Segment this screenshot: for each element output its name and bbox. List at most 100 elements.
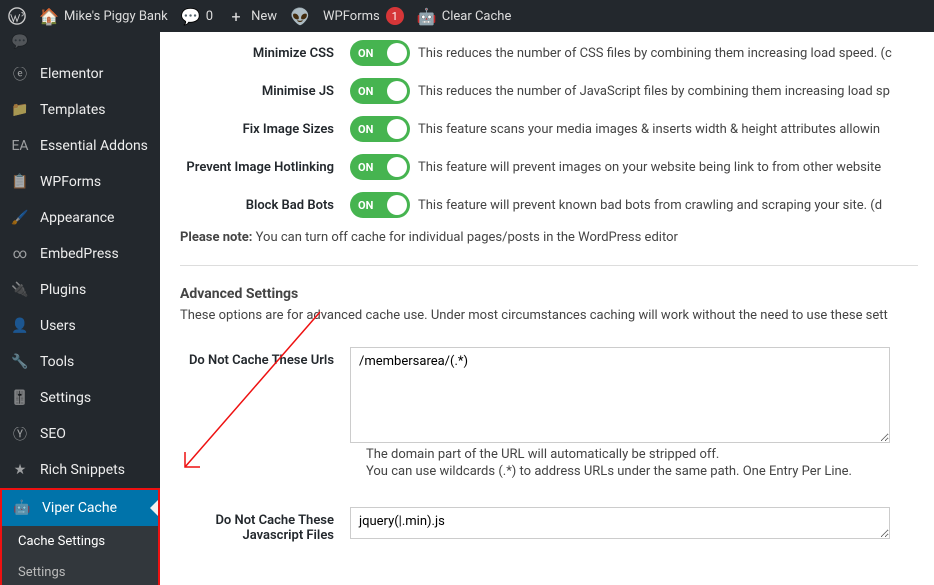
toggle-prevent-hotlinking[interactable]: ON — [350, 154, 410, 180]
desc-minimize-css: This reduces the number of CSS files by … — [418, 46, 892, 61]
wordpress-icon — [8, 7, 26, 25]
textarea-dnc-urls[interactable] — [350, 347, 890, 443]
sidebar-item-rich-snippets[interactable]: ★ Rich Snippets — [0, 452, 160, 488]
row-minimise-js: Minimise JS ON This reduces the number o… — [180, 78, 918, 104]
desc-prevent-hotlinking: This feature will prevent images on your… — [418, 160, 881, 175]
toggle-block-bad-bots[interactable]: ON — [350, 192, 410, 218]
note-bold: Please note: — [180, 230, 252, 245]
plug-icon: 🔌 — [10, 280, 30, 300]
sidebar-item-label: SEO — [40, 426, 66, 442]
sidebar-item-label: Essential Addons — [40, 138, 148, 154]
label-minimise-js: Minimise JS — [180, 84, 350, 99]
sidebar-item-label: Tools — [40, 354, 74, 370]
sidebar-item-label: Settings — [40, 390, 91, 406]
wrench-icon: 🔧 — [10, 352, 30, 372]
sidebar-item-plugins[interactable]: 🔌 Plugins — [0, 272, 160, 308]
comments-icon: 💬 — [10, 32, 30, 52]
note-text: You can turn off cache for individual pa… — [252, 230, 677, 245]
seo-icon: Ⓨ — [10, 424, 30, 444]
sidebar-item-label: Rich Snippets — [40, 462, 125, 478]
sidebar-item-label: Users — [40, 318, 76, 334]
sidebar-item-seo[interactable]: Ⓨ SEO — [0, 416, 160, 452]
submenu-cache-settings[interactable]: Cache Settings — [2, 526, 158, 557]
advanced-settings-title: Advanced Settings — [180, 286, 918, 302]
advanced-settings-desc: These options are for advanced cache use… — [180, 308, 918, 323]
label-fix-image-sizes: Fix Image Sizes — [180, 122, 350, 137]
wpforms-label: WPForms — [323, 9, 380, 24]
ea-icon: EA — [10, 136, 30, 156]
cache-icon: 🤖 — [418, 7, 436, 25]
help-dnc-urls: The domain part of the URL will automati… — [366, 447, 918, 479]
sidebar-item-users[interactable]: 👤 Users — [0, 308, 160, 344]
alien-link[interactable]: 👽 — [291, 7, 309, 25]
comments-count: 0 — [206, 9, 213, 24]
sidebar-item-elementor[interactable]: ⓔ Elementor — [0, 56, 160, 92]
site-name-text: Mike's Piggy Bank — [64, 9, 168, 24]
folder-icon: 📁 — [10, 100, 30, 120]
sidebar-item-embedpress[interactable]: ∞ EmbedPress — [0, 236, 160, 272]
elementor-icon: ⓔ — [10, 64, 30, 84]
toggle-minimize-css[interactable]: ON — [350, 40, 410, 66]
sidebar-item-viper-cache[interactable]: 🤖 Viper Cache — [2, 490, 158, 526]
main-content: Minimize CSS ON This reduces the number … — [160, 32, 934, 585]
label-prevent-hotlinking: Prevent Image Hotlinking — [180, 160, 350, 175]
home-icon: 🏠 — [40, 7, 58, 25]
help-dnc-urls-1: The domain part of the URL will automati… — [366, 447, 918, 462]
sidebar-item-wpforms[interactable]: 📋 WPForms — [0, 164, 160, 200]
section-separator — [180, 265, 918, 266]
wpforms-badge: 1 — [386, 7, 404, 25]
sidebar-item-label: WPForms — [40, 174, 101, 190]
embed-icon: ∞ — [10, 244, 30, 264]
sidebar-item-comments[interactable]: 💬 Comments — [0, 32, 160, 56]
row-block-bad-bots: Block Bad Bots ON This feature will prev… — [180, 192, 918, 218]
plus-icon: + — [227, 7, 245, 25]
admin-sidebar: 💬 Comments ⓔ Elementor 📁 Templates EA Es… — [0, 32, 160, 585]
label-dnc-urls: Do Not Cache These Urls — [180, 347, 350, 368]
label-minimize-css: Minimize CSS — [180, 46, 350, 61]
sidebar-item-label: Plugins — [40, 282, 86, 298]
alien-icon: 👽 — [291, 7, 309, 25]
viper-icon: 🤖 — [12, 498, 32, 518]
toggle-fix-image-sizes[interactable]: ON — [350, 116, 410, 142]
toggle-minimise-js[interactable]: ON — [350, 78, 410, 104]
field-do-not-cache-urls: Do Not Cache These Urls — [180, 347, 918, 443]
comment-icon: 💬 — [182, 7, 200, 25]
desc-block-bad-bots: This feature will prevent known bad bots… — [418, 198, 882, 213]
brush-icon: 🖌️ — [10, 208, 30, 228]
sidebar-item-label: Appearance — [40, 210, 114, 226]
new-content-link[interactable]: + New — [227, 7, 277, 25]
site-name-link[interactable]: 🏠 Mike's Piggy Bank — [40, 7, 168, 25]
viper-submenu: Cache Settings Settings — [2, 526, 158, 585]
sidebar-item-tools[interactable]: 🔧 Tools — [0, 344, 160, 380]
sidebar-item-label: Viper Cache — [42, 500, 117, 516]
highlighted-menu-group: 🤖 Viper Cache Cache Settings Settings — [0, 488, 160, 585]
sidebar-item-label: Templates — [40, 102, 106, 118]
field-do-not-cache-js: Do Not Cache These Javascript Files — [180, 507, 918, 543]
wpforms-link[interactable]: WPForms 1 — [323, 7, 404, 25]
users-icon: 👤 — [10, 316, 30, 336]
wpforms-icon: 📋 — [10, 172, 30, 192]
sidebar-item-settings[interactable]: 🎚️ Settings — [0, 380, 160, 416]
admin-toolbar: 🏠Mike's Piggy Bank 💬0 +New 👽 WPForms1 🤖C… — [0, 0, 934, 32]
textarea-dnc-js[interactable] — [350, 507, 890, 539]
desc-minimise-js: This reduces the number of JavaScript fi… — [418, 84, 890, 99]
new-label: New — [251, 9, 277, 24]
sidebar-item-templates[interactable]: 📁 Templates — [0, 92, 160, 128]
row-prevent-hotlinking: Prevent Image Hotlinking ON This feature… — [180, 154, 918, 180]
sidebar-item-label: Elementor — [40, 66, 103, 82]
label-dnc-js: Do Not Cache These Javascript Files — [180, 507, 350, 543]
help-dnc-urls-2: You can use wildcards (.*) to address UR… — [366, 464, 918, 479]
desc-fix-image-sizes: This feature scans your media images & i… — [418, 122, 880, 137]
sidebar-item-essential-addons[interactable]: EA Essential Addons — [0, 128, 160, 164]
clear-cache-label: Clear Cache — [442, 9, 512, 24]
sidebar-item-label: EmbedPress — [40, 246, 119, 262]
label-block-bad-bots: Block Bad Bots — [180, 198, 350, 213]
sidebar-item-appearance[interactable]: 🖌️ Appearance — [0, 200, 160, 236]
submenu-settings[interactable]: Settings — [2, 557, 158, 585]
sliders-icon: 🎚️ — [10, 388, 30, 408]
comments-link[interactable]: 💬0 — [182, 7, 213, 25]
clear-cache-link[interactable]: 🤖 Clear Cache — [418, 7, 512, 25]
star-icon: ★ — [10, 460, 30, 480]
note-line: Please note: You can turn off cache for … — [180, 230, 918, 245]
wp-logo[interactable] — [8, 7, 26, 25]
